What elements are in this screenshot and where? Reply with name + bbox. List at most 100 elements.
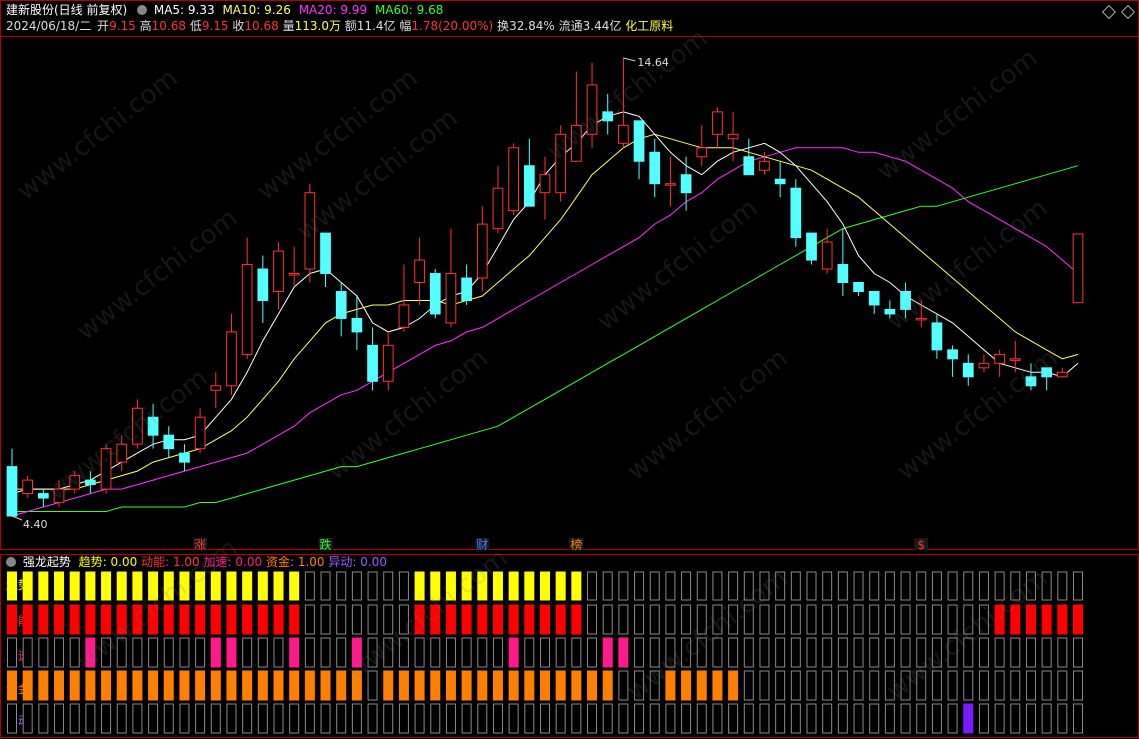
fund-bar-31 bbox=[492, 670, 503, 701]
abn-bar-30 bbox=[477, 703, 488, 734]
candle-body bbox=[6, 466, 18, 517]
accel-bar-1 bbox=[22, 637, 33, 668]
abn-bar-37 bbox=[587, 703, 598, 734]
power-bar-66 bbox=[1041, 604, 1052, 635]
power-bar-3 bbox=[54, 604, 65, 635]
abn-bar-33 bbox=[524, 703, 535, 734]
fund-bar-64 bbox=[1010, 670, 1021, 701]
accel-bar-51 bbox=[806, 637, 817, 668]
candle-body bbox=[978, 362, 990, 369]
abn-bar-18 bbox=[289, 703, 300, 734]
abn-bar-40 bbox=[634, 703, 645, 734]
power-bar-20 bbox=[320, 604, 331, 635]
candle-31 bbox=[492, 165, 504, 234]
fund-bar-14 bbox=[226, 670, 237, 701]
abn-bar-59 bbox=[931, 703, 942, 734]
candle-body bbox=[806, 232, 817, 261]
candle-body bbox=[398, 304, 410, 328]
abn-bar-55 bbox=[869, 703, 880, 734]
fund-bar-28 bbox=[445, 670, 456, 701]
candle-body bbox=[743, 156, 755, 176]
abn-bar-17 bbox=[273, 703, 284, 734]
power-bar-68 bbox=[1073, 604, 1083, 635]
accel-bar-33 bbox=[524, 637, 535, 668]
abn-bar-45 bbox=[712, 703, 723, 734]
trend-bar-53 bbox=[837, 571, 848, 601]
abn-bar-36 bbox=[571, 703, 582, 734]
accel-bar-11 bbox=[179, 637, 190, 668]
fund-bar-0 bbox=[7, 670, 17, 701]
trend-bar-41 bbox=[649, 571, 660, 601]
power-bar-16 bbox=[257, 604, 268, 635]
trend-bar-19 bbox=[304, 571, 315, 601]
accel-bar-9 bbox=[148, 637, 159, 668]
abn-bar-34 bbox=[540, 703, 550, 734]
candle-23 bbox=[367, 327, 378, 391]
abn-bar-66 bbox=[1041, 703, 1052, 734]
power-bar-65 bbox=[1025, 604, 1036, 635]
power-bar-53 bbox=[837, 604, 848, 635]
fund-bar-15 bbox=[242, 670, 253, 701]
fund-bar-63 bbox=[994, 670, 1005, 701]
abn-bar-38 bbox=[602, 703, 613, 734]
abn-bar-0 bbox=[7, 703, 17, 734]
trend-bar-23 bbox=[367, 571, 378, 601]
abn-bar-26 bbox=[414, 703, 425, 734]
candle-body bbox=[163, 434, 175, 450]
candle-body bbox=[194, 416, 206, 450]
accel-bar-68 bbox=[1073, 637, 1083, 668]
trend-bar-5 bbox=[85, 571, 96, 601]
candle-20 bbox=[320, 232, 331, 287]
abn-bar-35 bbox=[555, 703, 566, 734]
abn-bar-39 bbox=[618, 703, 629, 734]
candle-45 bbox=[712, 107, 723, 148]
fund-bar-45 bbox=[712, 670, 723, 701]
candle-body bbox=[241, 264, 253, 355]
accel-bar-32 bbox=[508, 637, 519, 668]
abn-bar-61 bbox=[963, 703, 974, 734]
fund-bar-6 bbox=[101, 670, 112, 701]
abn-bar-8 bbox=[132, 703, 143, 734]
candle-body bbox=[1056, 371, 1068, 378]
candle-body bbox=[994, 353, 1005, 364]
power-bar-19 bbox=[304, 604, 315, 635]
fund-bar-10 bbox=[163, 670, 174, 701]
trend-bar-6 bbox=[101, 571, 112, 601]
abn-bar-9 bbox=[148, 703, 159, 734]
candle-body bbox=[680, 174, 692, 194]
candle-10 bbox=[163, 426, 175, 458]
accel-bar-30 bbox=[477, 637, 488, 668]
accel-bar-16 bbox=[257, 637, 268, 668]
candle-63 bbox=[994, 349, 1005, 377]
trend-bar-68 bbox=[1073, 571, 1083, 601]
candle-body bbox=[37, 493, 49, 499]
accel-bar-29 bbox=[461, 637, 472, 668]
trend-bar-56 bbox=[884, 571, 895, 601]
fund-bar-68 bbox=[1073, 670, 1083, 701]
power-bar-36 bbox=[571, 604, 582, 635]
power-bar-52 bbox=[822, 604, 833, 635]
candle-40 bbox=[633, 120, 645, 180]
trend-bar-61 bbox=[963, 571, 974, 601]
fund-bar-26 bbox=[414, 670, 425, 701]
abn-bar-60 bbox=[947, 703, 958, 734]
candle-body bbox=[633, 120, 645, 162]
power-bar-35 bbox=[555, 604, 566, 635]
candle-body bbox=[288, 273, 300, 276]
candle-body bbox=[868, 290, 880, 306]
candle-2 bbox=[37, 489, 49, 508]
trend-bar-33 bbox=[524, 571, 535, 601]
candle-0 bbox=[6, 448, 18, 517]
candle-18 bbox=[288, 246, 300, 287]
candle-body bbox=[821, 241, 833, 270]
power-bar-22 bbox=[351, 604, 362, 635]
accel-bar-67 bbox=[1057, 637, 1068, 668]
fund-bar-9 bbox=[148, 670, 159, 701]
candle-43 bbox=[680, 156, 692, 211]
abn-bar-31 bbox=[492, 703, 503, 734]
abn-bar-65 bbox=[1025, 703, 1036, 734]
abn-bar-21 bbox=[336, 703, 347, 734]
candle-body bbox=[257, 268, 269, 301]
fund-bar-29 bbox=[461, 670, 472, 701]
candle-body bbox=[476, 223, 488, 279]
